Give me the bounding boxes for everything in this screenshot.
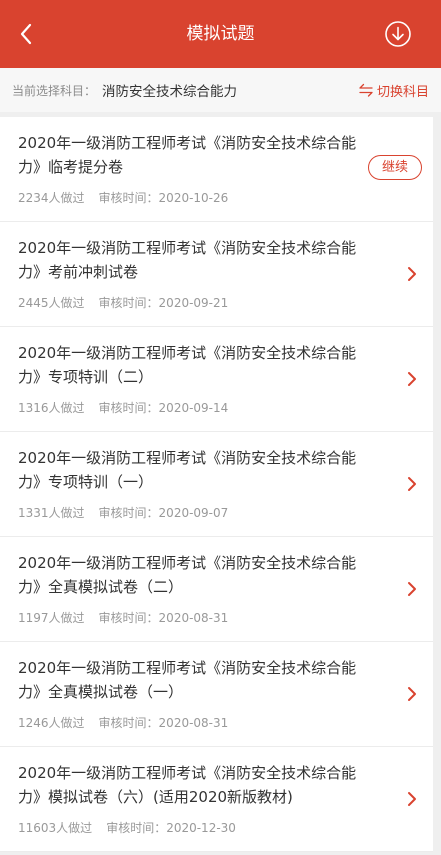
exam-title-line: 力》全真模拟试卷（一）: [18, 683, 184, 701]
exam-done-count: 1331人做过: [18, 506, 85, 520]
exam-done-count: 2234人做过: [18, 191, 85, 205]
exam-item[interactable]: 2020年一级消防工程师考试《消防安全技术综合能 力》模拟试卷（六）(适用202…: [0, 747, 433, 852]
exam-meta: 2234人做过 审核时间：2020-10-26: [18, 189, 433, 207]
subject-label: 当前选择科目：: [12, 83, 97, 98]
exam-title-line: 2020年一级消防工程师考试《消防安全技术综合能: [18, 764, 357, 782]
exam-list: 2020年一级消防工程师考试《消防安全技术综合能 力》临考提分卷 2234人做过…: [0, 117, 433, 852]
exam-title-line: 力》模拟试卷（六）(适用2020新版教材): [18, 788, 293, 806]
exam-item[interactable]: 2020年一级消防工程师考试《消防安全技术综合能 力》专项特训（一） 1331人…: [0, 432, 433, 537]
exam-title-line: 2020年一级消防工程师考试《消防安全技术综合能: [18, 239, 357, 257]
subject-bar: 当前选择科目： 消防安全技术综合能力 切换科目: [0, 68, 441, 112]
exam-done-count: 1246人做过: [18, 716, 85, 730]
chevron-right-icon[interactable]: [407, 686, 417, 702]
exam-review-time: 审核时间：2020-09-21: [98, 296, 229, 310]
chevron-left-icon[interactable]: [18, 22, 34, 46]
exam-item[interactable]: 2020年一级消防工程师考试《消防安全技术综合能 力》考前冲刺试卷 2445人做…: [0, 222, 433, 327]
exam-meta: 1197人做过 审核时间：2020-08-31: [18, 609, 433, 627]
exam-review-time: 审核时间：2020-08-31: [98, 611, 229, 625]
exam-done-count: 11603人做过: [18, 821, 93, 835]
chevron-right-icon[interactable]: [407, 266, 417, 282]
switch-subject-label: 切换科目: [376, 84, 429, 100]
exam-item[interactable]: 2020年一级消防工程师考试《消防安全技术综合能 力》临考提分卷 2234人做过…: [0, 117, 433, 222]
exam-title-line: 力》临考提分卷: [18, 158, 124, 176]
switch-subject-button[interactable]: 切换科目: [359, 81, 429, 100]
exam-review-time: 审核时间：2020-08-31: [98, 716, 229, 730]
exam-meta: 1331人做过 审核时间：2020-09-07: [18, 504, 433, 522]
exam-done-count: 1197人做过: [18, 611, 85, 625]
exam-title-line: 2020年一级消防工程师考试《消防安全技术综合能: [18, 554, 357, 572]
app-header: 模拟试题: [0, 0, 441, 68]
exam-review-time: 审核时间：2020-12-30: [106, 821, 236, 835]
exam-title-line: 2020年一级消防工程师考试《消防安全技术综合能: [18, 449, 357, 467]
download-circle-icon[interactable]: [384, 20, 412, 48]
chevron-right-icon[interactable]: [407, 581, 417, 597]
chevron-right-icon[interactable]: [407, 791, 417, 807]
exam-item[interactable]: 2020年一级消防工程师考试《消防安全技术综合能 力》专项特训（二） 1316人…: [0, 327, 433, 432]
swap-arrows-icon: [359, 83, 373, 97]
exam-title-line: 2020年一级消防工程师考试《消防安全技术综合能: [18, 134, 357, 152]
exam-review-time: 审核时间：2020-10-26: [98, 191, 229, 205]
exam-done-count: 1316人做过: [18, 401, 85, 415]
exam-meta: 1316人做过 审核时间：2020-09-14: [18, 399, 433, 417]
exam-title-line: 2020年一级消防工程师考试《消防安全技术综合能: [18, 659, 357, 677]
exam-title-line: 力》全真模拟试卷（二）: [18, 578, 184, 596]
chevron-right-icon[interactable]: [407, 476, 417, 492]
exam-meta: 2445人做过 审核时间：2020-09-21: [18, 294, 433, 312]
exam-item[interactable]: 2020年一级消防工程师考试《消防安全技术综合能 力》全真模拟试卷（一） 124…: [0, 642, 433, 747]
page-title: 模拟试题: [186, 24, 255, 44]
exam-meta: 1246人做过 审核时间：2020-08-31: [18, 714, 433, 732]
exam-meta: 11603人做过 审核时间：2020-12-30: [18, 819, 433, 837]
chevron-right-icon[interactable]: [407, 371, 417, 387]
exam-title-line: 力》专项特训（一）: [18, 473, 154, 491]
exam-title-line: 力》专项特训（二）: [18, 368, 154, 386]
exam-review-time: 审核时间：2020-09-14: [98, 401, 229, 415]
exam-done-count: 2445人做过: [18, 296, 85, 310]
exam-review-time: 审核时间：2020-09-07: [98, 506, 229, 520]
current-subject: 消防安全技术综合能力: [102, 84, 238, 100]
exam-title-line: 力》考前冲刺试卷: [18, 263, 139, 281]
continue-button[interactable]: 继续: [368, 155, 422, 180]
exam-item[interactable]: 2020年一级消防工程师考试《消防安全技术综合能 力》全真模拟试卷（二） 119…: [0, 537, 433, 642]
exam-title-line: 2020年一级消防工程师考试《消防安全技术综合能: [18, 344, 357, 362]
